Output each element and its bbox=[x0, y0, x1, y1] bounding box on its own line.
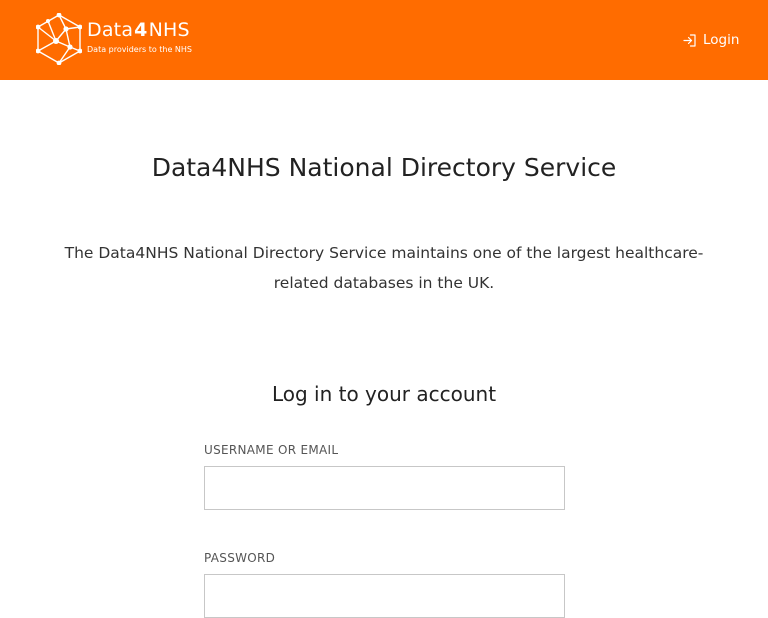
username-input[interactable] bbox=[204, 466, 565, 510]
login-icon bbox=[683, 33, 696, 47]
password-label: PASSWORD bbox=[204, 551, 276, 565]
site-header: Data4NHS Data providers to the NHS Login bbox=[0, 0, 768, 80]
brand-name-prefix: Data bbox=[87, 19, 134, 41]
brand-tagline: Data providers to the NHS bbox=[87, 45, 193, 54]
password-input[interactable] bbox=[204, 574, 565, 618]
brand-name-number: 4 bbox=[134, 19, 148, 41]
network-hexagon-logo-icon bbox=[36, 13, 82, 65]
login-form-title: Log in to your account bbox=[271, 382, 497, 406]
login-label: Login bbox=[703, 32, 740, 48]
login-link[interactable]: Login bbox=[683, 30, 739, 50]
brand-name: Data4NHS bbox=[87, 19, 190, 41]
page-title: Data4NHS National Directory Service bbox=[151, 153, 617, 182]
brand-name-suffix: NHS bbox=[148, 19, 190, 41]
username-label: USERNAME OR EMAIL bbox=[204, 443, 339, 457]
intro-text: The Data4NHS National Directory Service … bbox=[64, 244, 704, 292]
logo[interactable]: Data4NHS Data providers to the NHS bbox=[36, 13, 196, 67]
